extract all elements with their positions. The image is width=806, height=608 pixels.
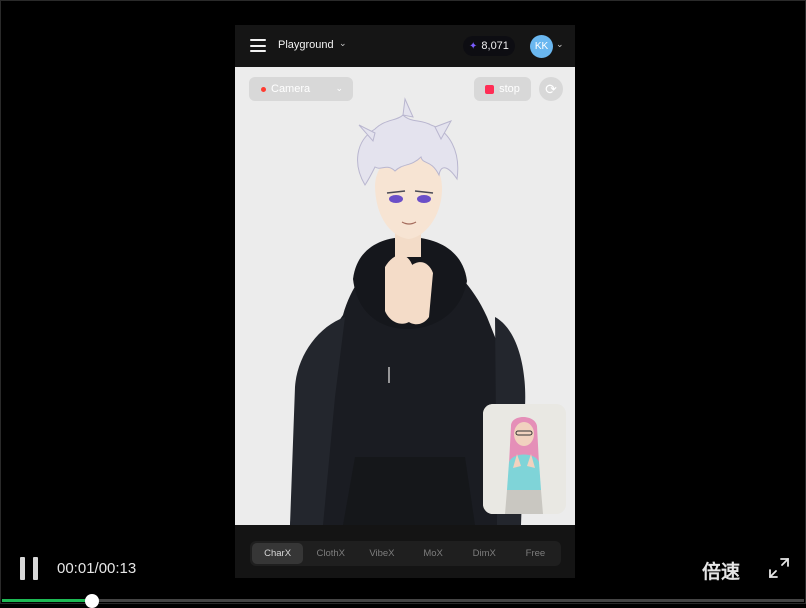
tab-free[interactable]: Free <box>510 541 561 566</box>
chevron-down-icon: ⌄ <box>335 83 343 93</box>
progress-handle[interactable] <box>85 594 99 608</box>
top-bar: Playground ⌄ ✦ 8,071 KK ⌄ <box>235 25 575 67</box>
mode-tab-bar: CharX ClothX VibeX MoX DimX Free <box>235 525 575 578</box>
tab-dimx[interactable]: DimX <box>459 541 510 566</box>
workspace-dropdown[interactable]: Playground <box>278 39 334 51</box>
avatar[interactable]: KK <box>530 35 553 58</box>
tab-clothx[interactable]: ClothX <box>305 541 356 566</box>
credits-count: 8,071 <box>481 40 509 52</box>
chevron-down-icon[interactable]: ⌄ <box>339 38 347 49</box>
sparkle-icon: ✦ <box>469 40 478 52</box>
time-display: 00:01/00:13 <box>57 560 137 577</box>
app-window: Playground ⌄ ✦ 8,071 KK ⌄ Camera ⌄ stop … <box>235 25 575 578</box>
pause-icon[interactable] <box>20 557 40 580</box>
camera-select-label: Camera <box>271 83 311 95</box>
camera-pip-preview[interactable] <box>483 404 566 514</box>
refresh-icon[interactable]: ⟳ <box>539 77 563 101</box>
playback-speed-button[interactable]: 倍速 <box>702 557 740 584</box>
tab-charx[interactable]: CharX <box>252 543 304 564</box>
hamburger-icon[interactable] <box>250 39 266 52</box>
stop-button[interactable]: stop <box>474 77 531 101</box>
mode-tabs: CharX ClothX VibeX MoX DimX Free <box>250 541 561 566</box>
stop-button-label: stop <box>499 83 520 95</box>
fullscreen-icon[interactable] <box>768 557 790 579</box>
tab-vibex[interactable]: VibeX <box>356 541 407 566</box>
tab-mox[interactable]: MoX <box>408 541 459 566</box>
progress-bar[interactable] <box>2 599 804 602</box>
webcam-person-image <box>483 404 566 514</box>
record-dot-icon <box>261 86 266 92</box>
progress-fill <box>2 599 91 602</box>
stop-icon <box>485 84 495 94</box>
credits-badge[interactable]: ✦ 8,071 <box>463 36 515 56</box>
camera-select[interactable]: Camera ⌄ <box>249 77 353 101</box>
preview-stage: Camera ⌄ stop ⟳ <box>235 67 575 525</box>
chevron-down-icon[interactable]: ⌄ <box>556 39 564 50</box>
